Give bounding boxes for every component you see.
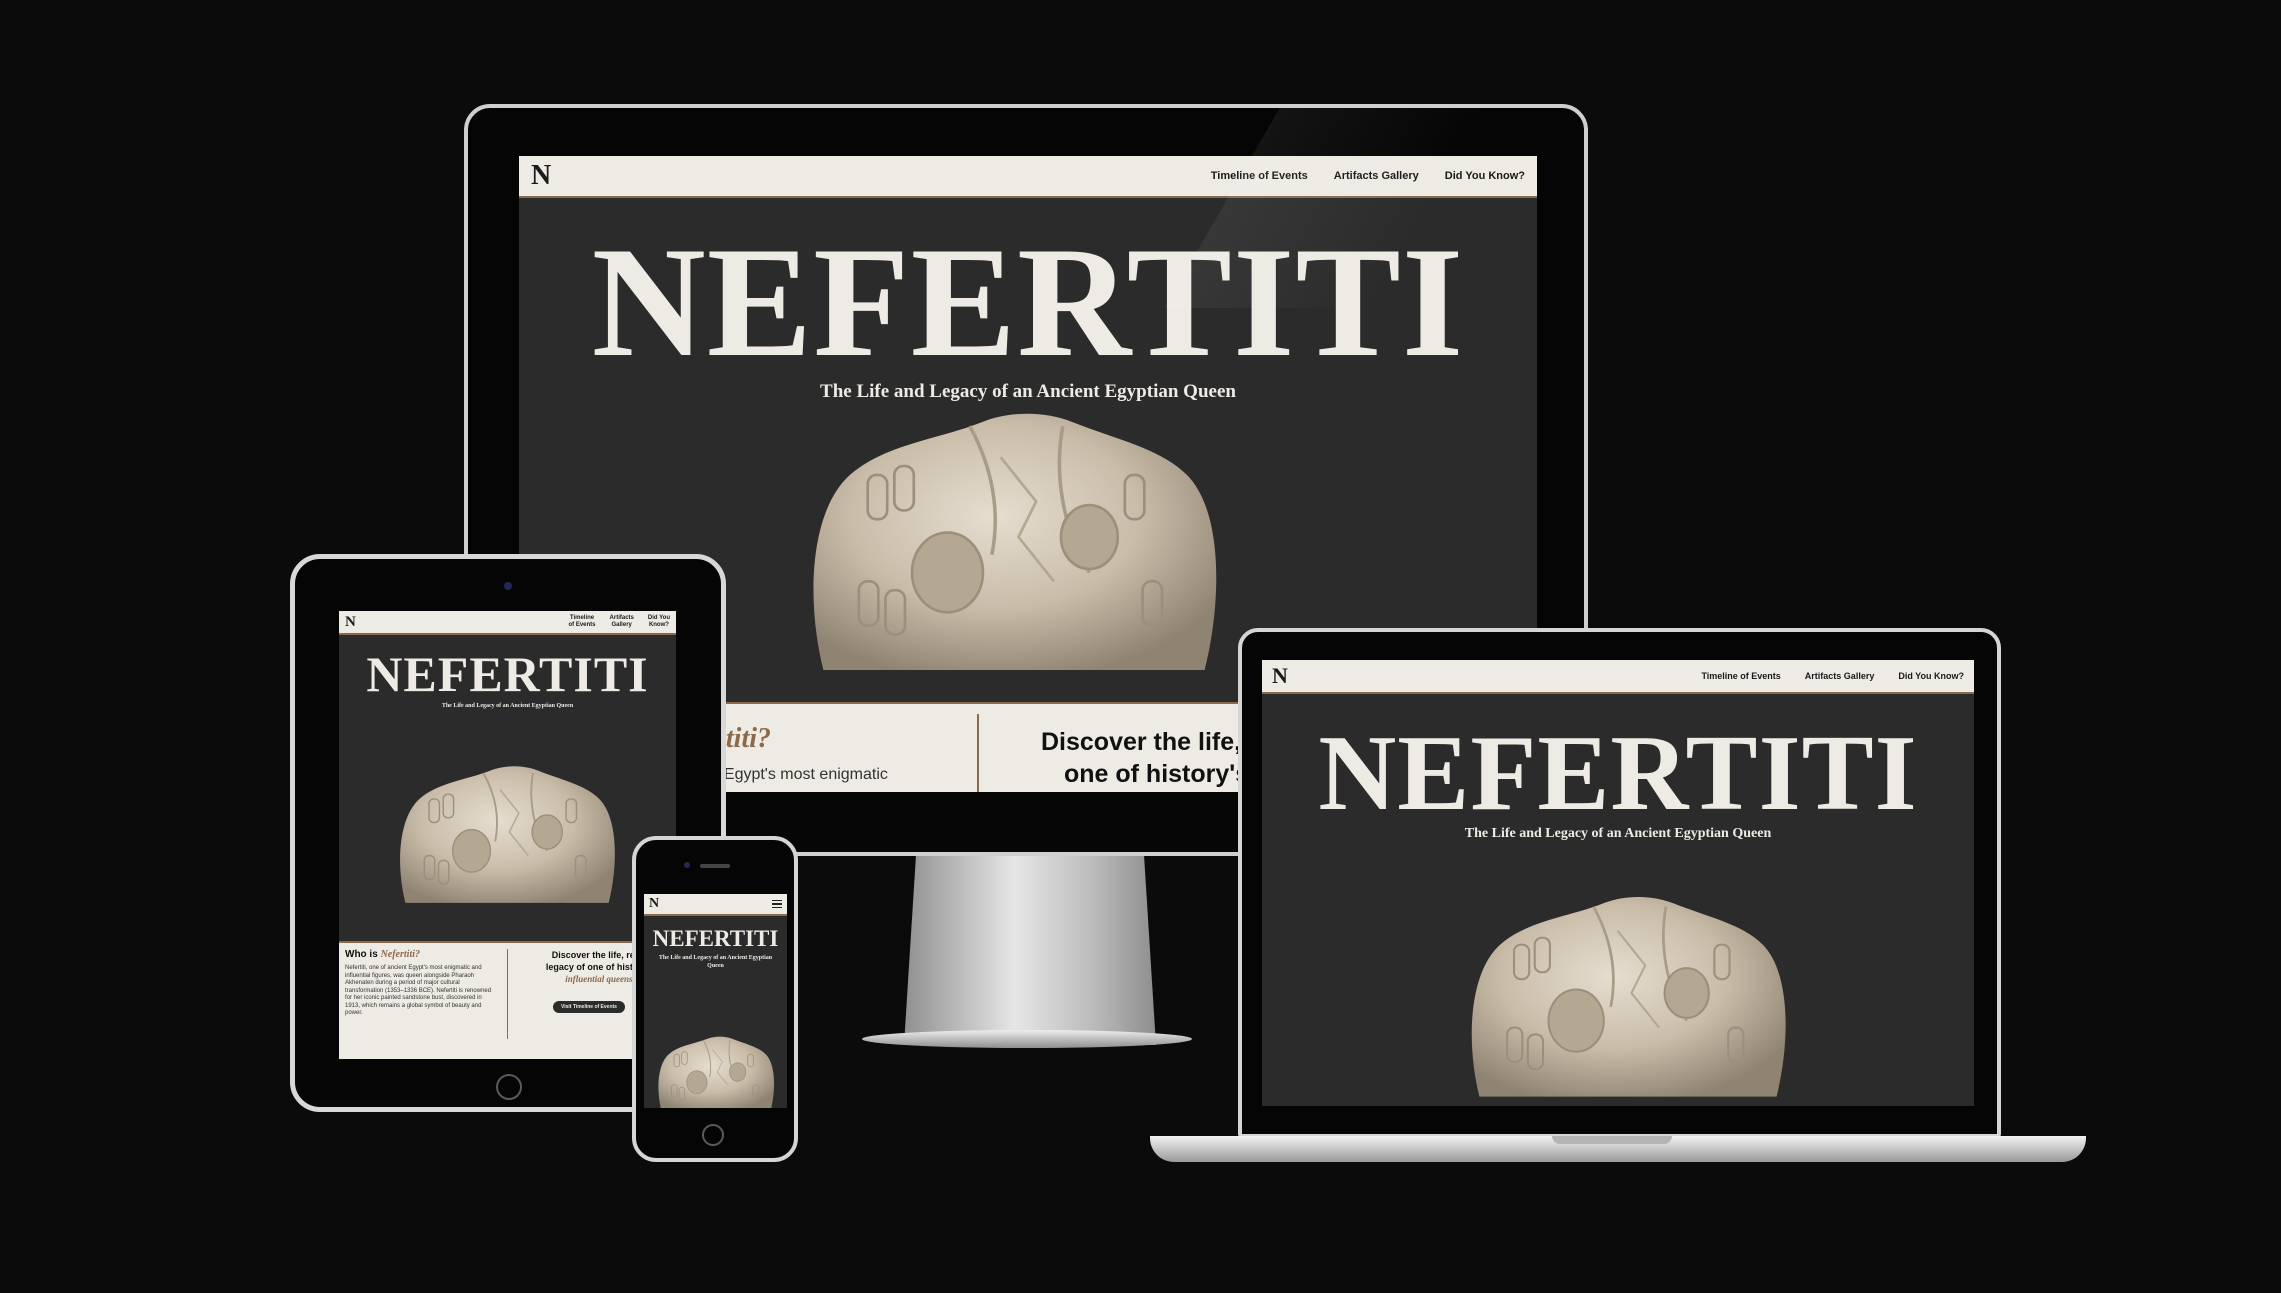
site-logo[interactable]: N: [345, 614, 356, 631]
nav-gallery-link[interactable]: Artifacts Gallery: [1805, 671, 1875, 681]
hero-subtitle: The Life and Legacy of an Ancient Egypti…: [820, 381, 1236, 402]
phone-speaker: [700, 864, 730, 868]
hero-title: NEFERTITI: [366, 646, 649, 702]
site-logo[interactable]: N: [531, 160, 551, 192]
hero-subtitle: The Life and Legacy of an Ancient Egypti…: [658, 955, 773, 969]
hero-subtitle: The Life and Legacy of an Ancient Egypti…: [441, 703, 574, 709]
site-logo[interactable]: N: [1272, 663, 1288, 689]
site-logo[interactable]: N: [649, 896, 659, 912]
laptop-notch: [1552, 1136, 1672, 1144]
visit-timeline-button[interactable]: Visit Timeline of Events: [553, 1001, 625, 1013]
tablet-navbar: N Timeline of Events Artifacts Gallery D…: [339, 611, 676, 635]
camera-icon: [684, 862, 690, 868]
screen-glare: [1000, 108, 1584, 308]
nav-timeline-link[interactable]: Timeline of Events: [1701, 671, 1780, 681]
nav-timeline-link[interactable]: Timeline of Events: [569, 615, 596, 629]
about-section: Who is Nefertiti? Nefertiti, one of anci…: [339, 941, 676, 1059]
nav-gallery-link[interactable]: Artifacts Gallery: [610, 615, 634, 629]
nav-didyouknow-link[interactable]: Did You Know?: [648, 615, 670, 629]
about-heading: Who is Nefertiti?: [345, 949, 420, 960]
hero-title: NEFERTITI: [652, 926, 779, 951]
laptop-screen: N Timeline of Events Artifacts Gallery D…: [1262, 660, 1974, 1106]
phone-navbar: N: [644, 894, 787, 916]
hero-title: NEFERTITI: [1318, 714, 1918, 833]
discover-line2: one of history's: [1064, 760, 1250, 788]
about-body: t Egypt's most enigmatic: [715, 766, 888, 783]
menu-icon[interactable]: [772, 900, 782, 908]
bust-image: [657, 1036, 775, 1108]
tablet-screen: N Timeline of Events Artifacts Gallery D…: [339, 611, 676, 1059]
discover-line1: Discover the life,: [1041, 728, 1242, 756]
bust-image: [1470, 895, 1788, 1099]
home-button-icon[interactable]: [702, 1124, 724, 1146]
laptop-navbar: N Timeline of Events Artifacts Gallery D…: [1262, 660, 1974, 694]
camera-icon: [504, 582, 512, 590]
phone-screen: N NEFERTITI The Life and Legacy of an An…: [644, 894, 787, 1108]
about-body: Nefertiti, one of ancient Egypt's most e…: [345, 965, 492, 1016]
bust-image: [811, 411, 1219, 670]
section-divider: [977, 714, 979, 792]
hero-subtitle: The Life and Legacy of an Ancient Egypti…: [1464, 826, 1772, 841]
about-heading-accent: Nefertiti?: [380, 949, 420, 960]
monitor-stand: [904, 855, 1156, 1045]
home-button-icon[interactable]: [496, 1074, 522, 1100]
monitor-stand-foot: [862, 1030, 1192, 1048]
nav-didyouknow-link[interactable]: Did You Know?: [1898, 671, 1964, 681]
section-divider: [507, 949, 508, 1039]
bust-image: [399, 765, 616, 903]
